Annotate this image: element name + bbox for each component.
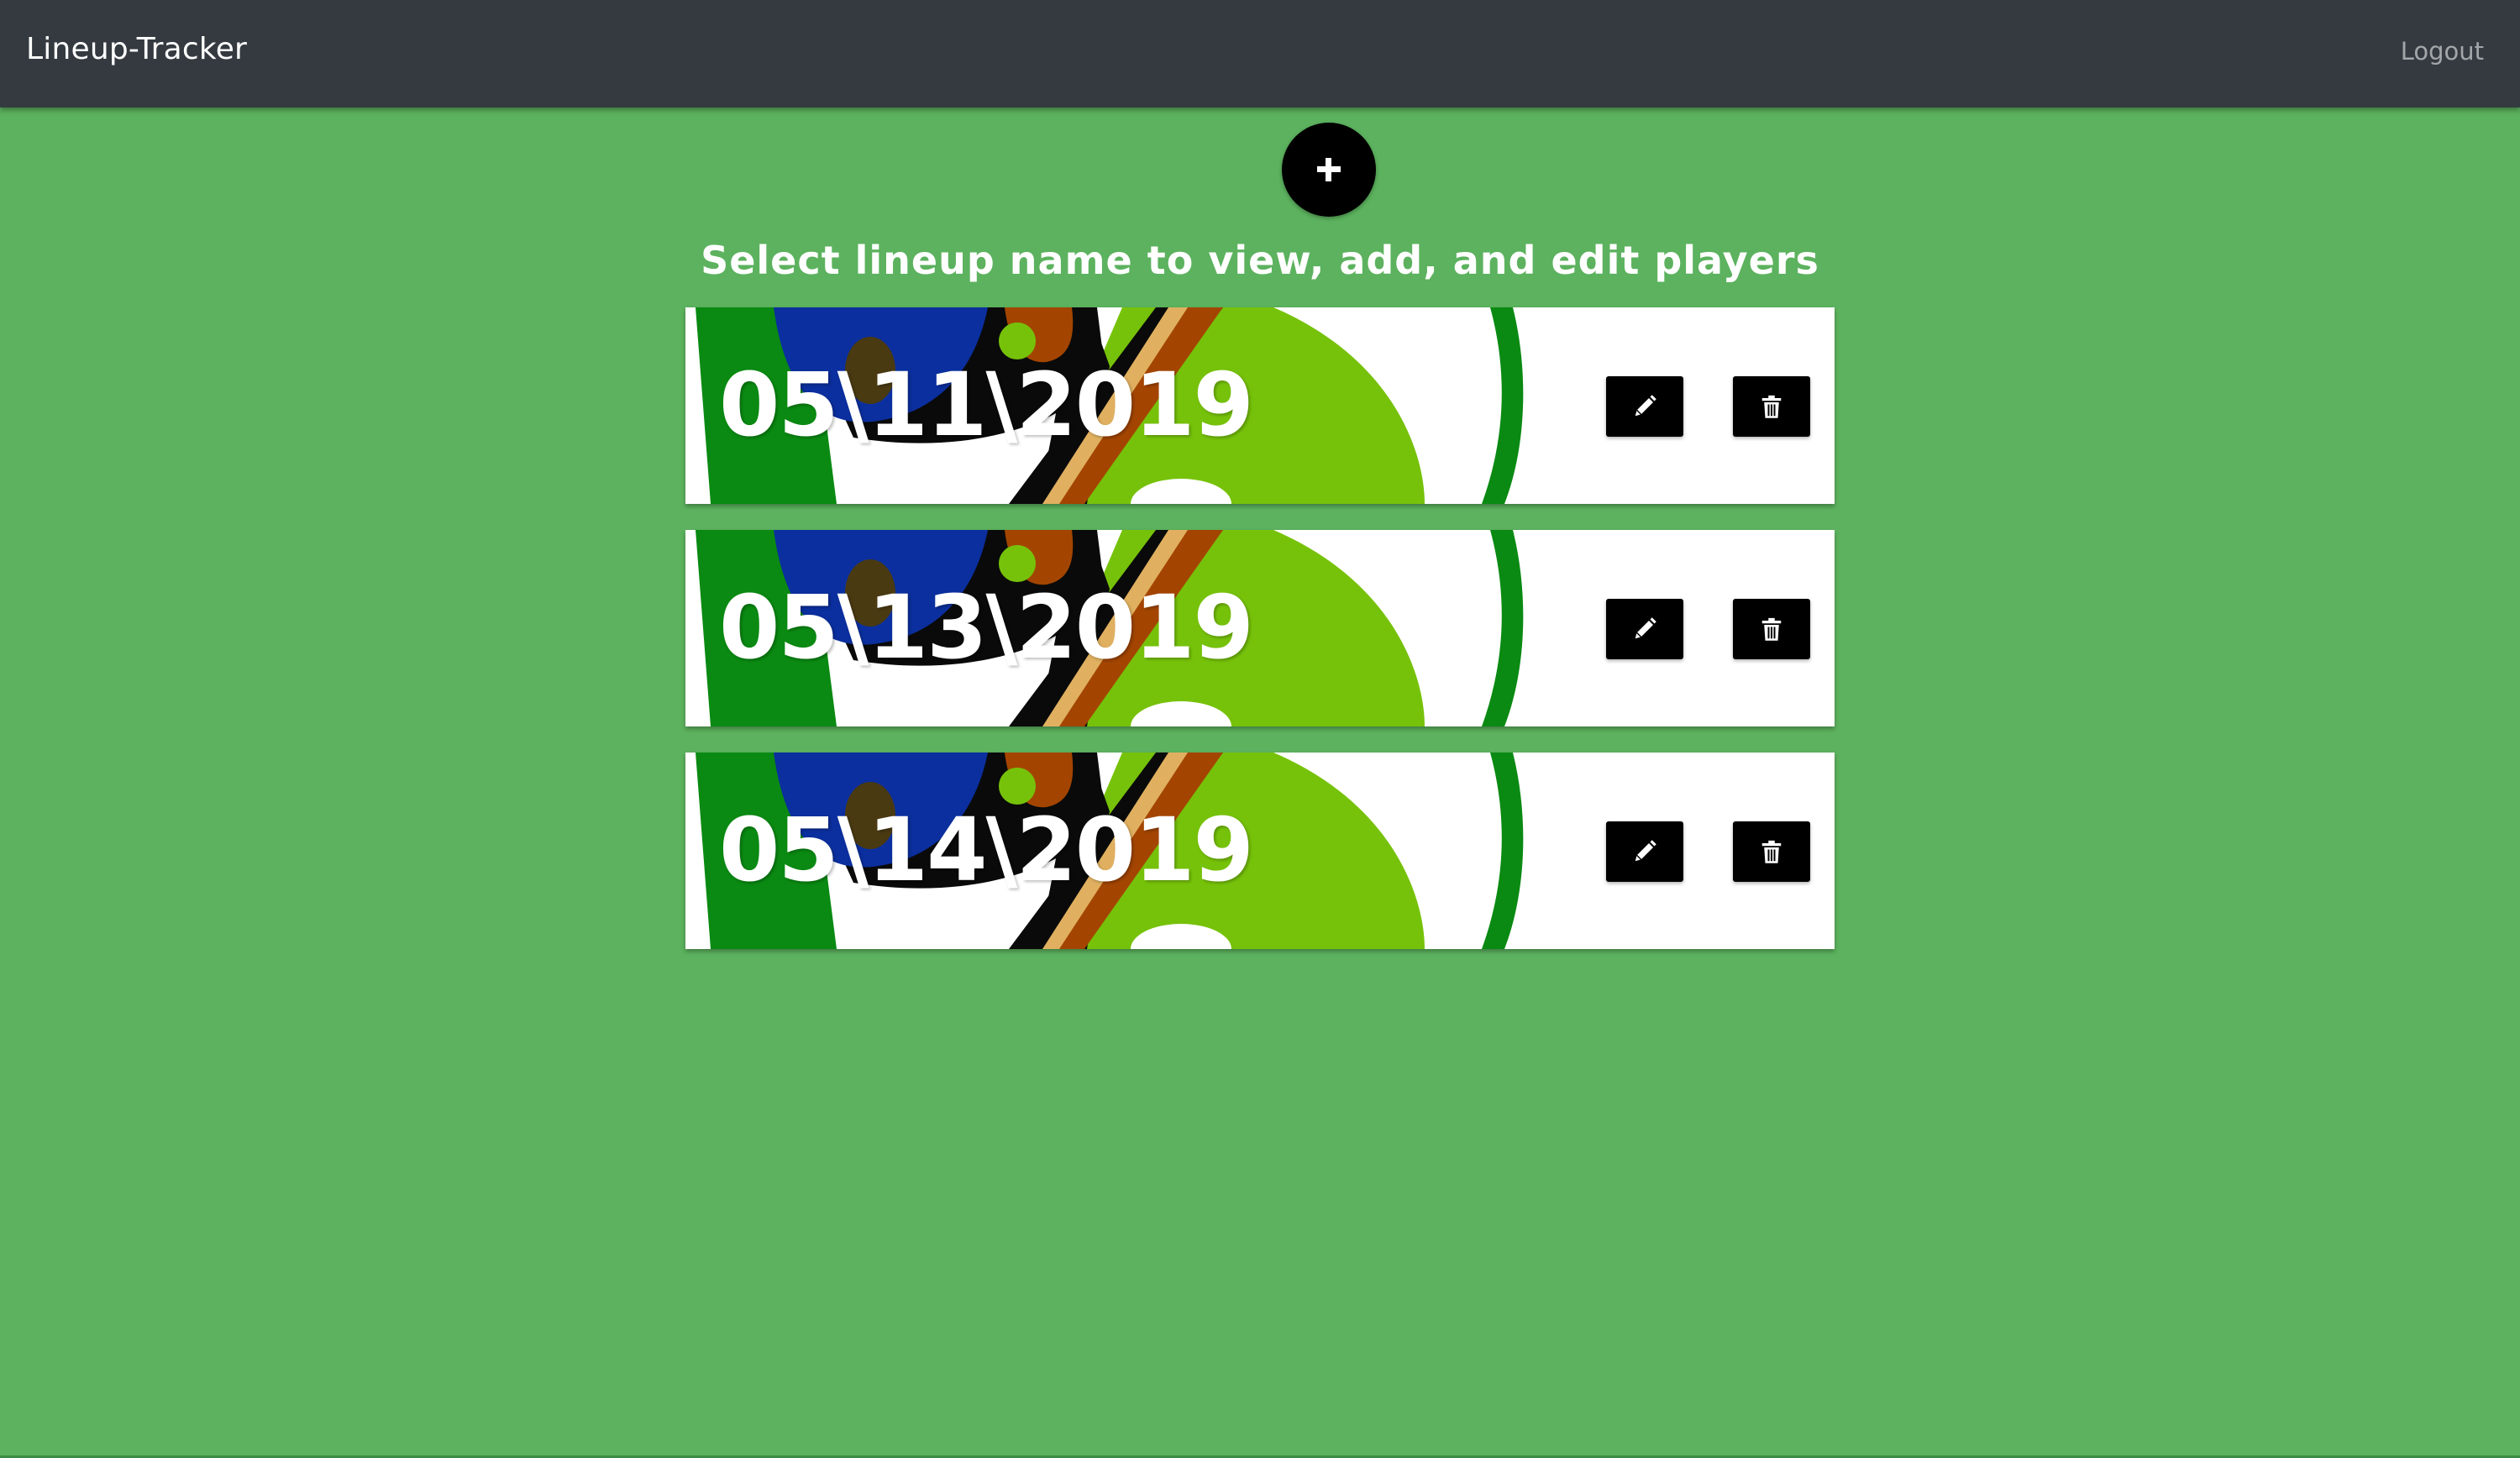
trash-icon <box>1761 395 1782 418</box>
pencil-icon <box>1635 617 1656 639</box>
lineup-card[interactable]: 05\11\2019 <box>685 307 1835 504</box>
lineup-list: 05\11\2019 05\13\2019 05\14\2019 <box>685 307 1835 975</box>
lineup-name[interactable]: 05\14\2019 <box>719 806 1254 894</box>
navbar: Lineup-Tracker Logout <box>0 0 2520 108</box>
add-lineup-button[interactable] <box>1282 123 1376 217</box>
lineup-card[interactable]: 05\14\2019 <box>685 753 1835 949</box>
delete-lineup-button[interactable] <box>1733 821 1810 882</box>
page-heading: Select lineup name to view, add, and edi… <box>701 238 1819 283</box>
pencil-icon <box>1635 395 1656 417</box>
trash-icon <box>1761 617 1782 641</box>
lineup-card[interactable]: 05\13\2019 <box>685 530 1835 726</box>
delete-lineup-button[interactable] <box>1733 376 1810 437</box>
logout-link[interactable]: Logout <box>2401 37 2484 66</box>
trash-icon <box>1761 840 1782 863</box>
lineup-name[interactable]: 05\13\2019 <box>719 584 1254 671</box>
edit-lineup-button[interactable] <box>1606 821 1683 882</box>
lineup-name[interactable]: 05\11\2019 <box>719 361 1254 448</box>
edit-lineup-button[interactable] <box>1606 376 1683 437</box>
edit-lineup-button[interactable] <box>1606 599 1683 659</box>
brand-link[interactable]: Lineup-Tracker <box>26 32 247 66</box>
pencil-icon <box>1635 840 1656 862</box>
delete-lineup-button[interactable] <box>1733 599 1810 659</box>
